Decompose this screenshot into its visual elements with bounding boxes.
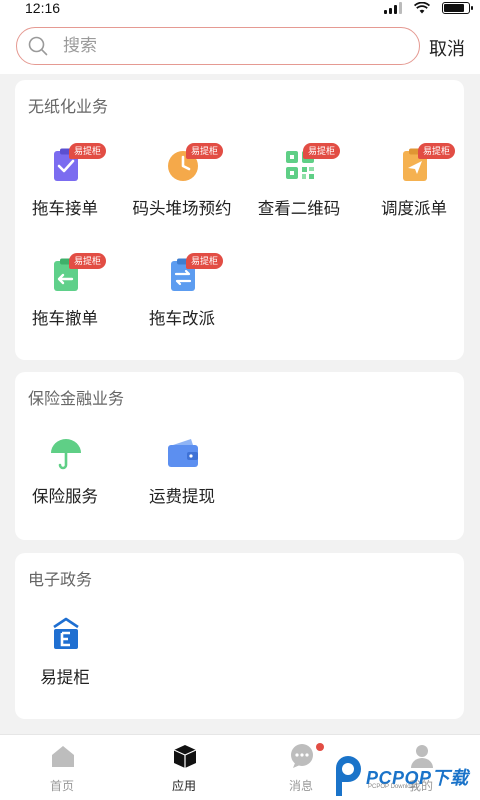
wallet-icon: [168, 439, 198, 467]
cancel-button[interactable]: 取消: [429, 35, 465, 61]
tab-label: 应用: [171, 779, 196, 793]
tile-label: 易提柜: [40, 669, 90, 687]
signal-icon: [384, 2, 402, 14]
umbrella-icon: [51, 439, 81, 470]
section-title: 无纸化业务: [28, 99, 109, 116]
pcpop-logo-icon: [336, 756, 361, 796]
message-icon: [291, 744, 313, 768]
status-icons: [384, 2, 473, 14]
badge-yitigui: 易提柜: [69, 143, 107, 159]
e-box-icon: [53, 617, 79, 649]
status-time: 12:16: [25, 0, 61, 16]
section-title: 保险金融业务: [28, 391, 125, 408]
badge-yitigui: 易提柜: [186, 143, 224, 159]
tile-tow-accept[interactable]: 易提柜 拖车接单: [5, 143, 125, 227]
tile-label: 拖车接单: [32, 200, 98, 218]
search-icon: [28, 36, 48, 56]
tile-freight-withdraw[interactable]: 运费提现: [122, 435, 242, 515]
tile-terminal-yard-booking[interactable]: 易提柜 码头堆场预约: [122, 143, 242, 227]
search-bar: 取消: [0, 18, 480, 74]
tab-home[interactable]: 首页: [2, 735, 122, 800]
section-card-insurance-finance: 保险金融业务 保险服务 运费提现: [15, 372, 464, 540]
badge-yitigui: 易提柜: [418, 143, 456, 159]
tile-label: 查看二维码: [257, 200, 341, 218]
tile-label: 拖车撤单: [32, 310, 98, 328]
badge-yitigui: 易提柜: [303, 143, 341, 159]
search-input[interactable]: [63, 36, 363, 56]
tile-label: 运费提现: [149, 488, 215, 506]
battery-icon: [442, 2, 473, 14]
tile-tow-reassign[interactable]: 易提柜 拖车改派: [122, 253, 242, 337]
tile-label: 保险服务: [32, 488, 98, 506]
section-card-paperless: 无纸化业务 易提柜 拖车接单 易提柜 码头堆场预约 易提柜 查看二维码 易提柜 …: [15, 80, 464, 360]
tile-label: 拖车改派: [149, 310, 215, 328]
tile-dispatch-order[interactable]: 易提柜 调度派单: [354, 143, 474, 227]
cube-icon: [173, 745, 197, 768]
watermark-subtext: PCPOP Download: [368, 784, 418, 790]
tab-apps[interactable]: 应用: [124, 735, 244, 800]
tile-tow-cancel[interactable]: 易提柜 拖车撤单: [5, 253, 125, 337]
wifi-icon: [414, 2, 430, 14]
tab-label: 首页: [49, 779, 74, 793]
section-card-e-government: 电子政务 易提柜: [15, 553, 464, 719]
tile-insurance-service[interactable]: 保险服务: [5, 435, 125, 515]
tile-view-qr-code[interactable]: 易提柜 查看二维码: [239, 143, 359, 227]
unread-dot: [316, 743, 324, 751]
home-icon: [52, 746, 74, 767]
badge-yitigui: 易提柜: [69, 253, 107, 269]
search-box[interactable]: [16, 27, 420, 65]
badge-yitigui: 易提柜: [186, 253, 224, 269]
tile-yitigui[interactable]: 易提柜: [5, 616, 125, 696]
pcpop-watermark: PCPOP下载 PCPOP Download: [332, 754, 480, 800]
section-title: 电子政务: [28, 572, 93, 589]
tile-label: 调度派单: [381, 200, 447, 218]
tile-label: 码头堆场预约: [132, 200, 232, 218]
status-bar: 12:16: [0, 0, 480, 18]
